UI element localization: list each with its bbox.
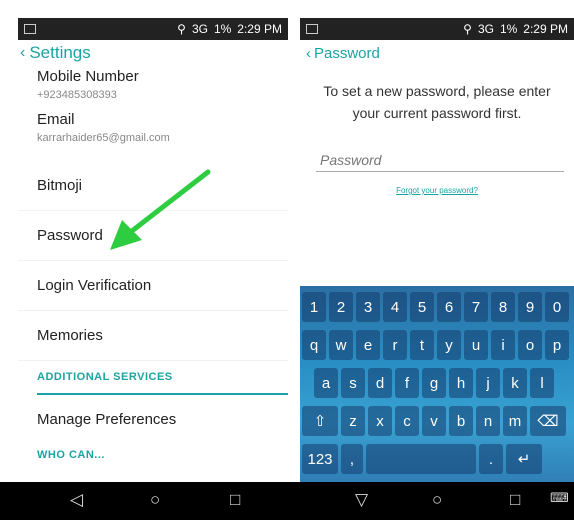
top-bezel (0, 0, 574, 18)
back-chevron-icon[interactable]: ‹ (20, 44, 25, 62)
settings-row-login-verification[interactable]: Login Verification (18, 261, 288, 311)
key-o[interactable]: o (518, 330, 542, 360)
notification-icon (306, 24, 318, 34)
key-0[interactable]: 0 (545, 292, 569, 322)
email-row[interactable]: Email karrarhaider65@gmail.com (18, 111, 288, 161)
key-p[interactable]: p (545, 330, 569, 360)
key-u[interactable]: u (464, 330, 488, 360)
password-input[interactable] (316, 148, 564, 172)
key-6[interactable]: 6 (437, 292, 461, 322)
key-g[interactable]: g (422, 368, 446, 398)
shift-key-icon[interactable]: ⇧ (302, 406, 338, 436)
back-nav-icon[interactable]: ▽ (355, 490, 368, 510)
key-t[interactable]: t (410, 330, 434, 360)
page-title: Password (314, 44, 380, 62)
email-title: Email (37, 111, 75, 128)
key-5[interactable]: 5 (410, 292, 434, 322)
keyboard-switch-icon[interactable]: ⌨ (550, 490, 569, 506)
forgot-password-link[interactable]: Forgot your password? (300, 186, 574, 195)
space-key[interactable] (366, 444, 476, 474)
key-l[interactable]: l (530, 368, 554, 398)
network-label: 3G (477, 22, 494, 36)
key-q[interactable]: q (302, 330, 326, 360)
home-nav-icon[interactable]: ○ (150, 490, 160, 510)
keyboard-bottom-row: 123 , . ↵ (302, 444, 542, 474)
keyboard-row-qwerty: qwertyuiop (302, 330, 569, 360)
keyboard-row-zxcv: ⇧ z x c v b n m ⌫ (302, 406, 566, 436)
settings-header: ‹ Settings (18, 40, 288, 66)
settings-row-memories[interactable]: Memories (18, 311, 288, 361)
notification-icon (24, 24, 36, 34)
key-9[interactable]: 9 (518, 292, 542, 322)
key-a[interactable]: a (314, 368, 338, 398)
key-h[interactable]: h (449, 368, 473, 398)
navigation-bar: ◁ ○ □ ▽ ○ □ ⌨ (0, 482, 574, 520)
key-s[interactable]: s (341, 368, 365, 398)
key-3[interactable]: 3 (356, 292, 380, 322)
password-header: ‹ Password (300, 40, 574, 66)
status-bar-right: ⚲ 3G 1% 2:29 PM (300, 18, 574, 40)
instruction-text: To set a new password, please enter your… (323, 83, 551, 121)
section-who-can: WHO CAN... (37, 449, 105, 461)
key-7[interactable]: 7 (464, 292, 488, 322)
key-k[interactable]: k (503, 368, 527, 398)
key-j[interactable]: j (476, 368, 500, 398)
keyboard-number-row: 1234567890 (302, 292, 569, 322)
key-x[interactable]: x (368, 406, 392, 436)
recents-nav-icon[interactable]: □ (230, 490, 240, 510)
back-nav-icon[interactable]: ◁ (70, 490, 83, 510)
key-y[interactable]: y (437, 330, 461, 360)
clock: 2:29 PM (237, 22, 282, 36)
backspace-key-icon[interactable]: ⌫ (530, 406, 566, 436)
key-2[interactable]: 2 (329, 292, 353, 322)
home-nav-icon[interactable]: ○ (432, 490, 442, 510)
key-b[interactable]: b (449, 406, 473, 436)
location-icon: ⚲ (463, 22, 472, 36)
key-c[interactable]: c (395, 406, 419, 436)
password-screen: ⚲ 3G 1% 2:29 PM ‹ Password To set a new … (300, 18, 574, 482)
green-arrow-icon (110, 169, 211, 250)
enter-key-icon[interactable]: ↵ (506, 444, 542, 474)
comma-key[interactable]: , (341, 444, 363, 474)
key-w[interactable]: w (329, 330, 353, 360)
battery-label: 1% (499, 22, 518, 36)
key-i[interactable]: i (491, 330, 515, 360)
key-8[interactable]: 8 (491, 292, 515, 322)
key-e[interactable]: e (356, 330, 380, 360)
keyboard-row-asdf: asdfghjkl (314, 368, 554, 398)
battery-label: 1% (213, 22, 232, 36)
section-additional-services: ADDITIONAL SERVICES (37, 371, 173, 383)
status-bar: ⚲ 3G 1% 2:29 PM (18, 18, 288, 40)
numeric-mode-key[interactable]: 123 (302, 444, 338, 474)
location-icon: ⚲ (177, 22, 186, 36)
email-value: karrarhaider65@gmail.com (37, 132, 170, 144)
screenshot-composite: ⚲ 3G 1% 2:29 PM ‹ Settings Mobile Number… (0, 0, 574, 520)
mobile-title: Mobile Number (37, 68, 139, 85)
key-1[interactable]: 1 (302, 292, 326, 322)
on-screen-keyboard: 1234567890 qwertyuiop asdfghjkl ⇧ z x c v b n m… (300, 286, 574, 482)
mobile-number-row[interactable]: Mobile Number +923485308393 (18, 68, 288, 101)
key-m[interactable]: m (503, 406, 527, 436)
key-r[interactable]: r (383, 330, 407, 360)
key-v[interactable]: v (422, 406, 446, 436)
recents-nav-icon[interactable]: □ (510, 490, 520, 510)
back-chevron-icon[interactable]: ‹ (306, 45, 311, 62)
key-4[interactable]: 4 (383, 292, 407, 322)
key-z[interactable]: z (341, 406, 365, 436)
period-key[interactable]: . (479, 444, 503, 474)
network-label: 3G (191, 22, 208, 36)
settings-screen: ⚲ 3G 1% 2:29 PM ‹ Settings Mobile Number… (18, 18, 288, 482)
clock: 2:29 PM (523, 22, 568, 36)
key-n[interactable]: n (476, 406, 500, 436)
key-d[interactable]: d (368, 368, 392, 398)
settings-row-manage-preferences[interactable]: Manage Preferences (18, 395, 288, 443)
page-title: Settings (29, 43, 91, 62)
mobile-value: +923485308393 (37, 89, 117, 101)
key-f[interactable]: f (395, 368, 419, 398)
